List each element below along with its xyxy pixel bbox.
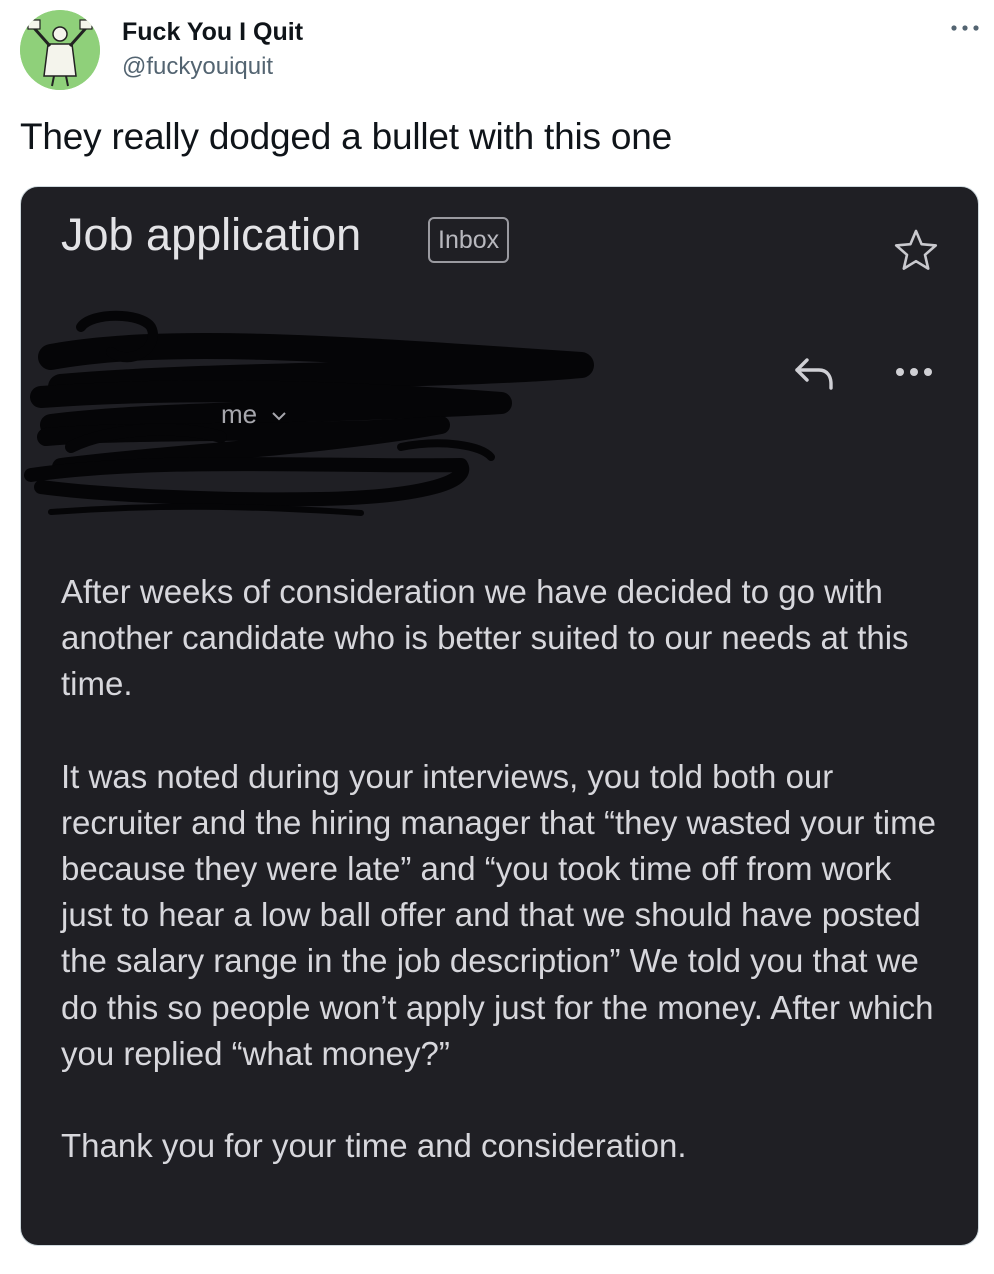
email-subject: Job application bbox=[61, 209, 362, 260]
avatar[interactable] bbox=[20, 10, 100, 90]
recipient-name: me bbox=[221, 399, 258, 429]
chevron-down-icon bbox=[272, 412, 287, 421]
redacted-sender-scribble bbox=[21, 307, 621, 537]
star-icon[interactable] bbox=[893, 227, 939, 273]
reply-icon[interactable] bbox=[791, 352, 837, 392]
display-name[interactable]: Fuck You I Quit bbox=[122, 18, 303, 47]
recipient-line[interactable]: me bbox=[221, 399, 288, 430]
email-screenshot[interactable]: Job application Inbox me After weeks of … bbox=[20, 186, 979, 1246]
more-icon[interactable] bbox=[891, 365, 937, 379]
person-illustration-icon bbox=[20, 10, 100, 90]
email-body: After weeks of consideration we have dec… bbox=[61, 569, 951, 1215]
email-paragraph: It was noted during your interviews, you… bbox=[61, 757, 936, 1072]
ellipsis-icon[interactable] bbox=[948, 16, 982, 40]
tweet-header: Fuck You I Quit @fuckyouiquit bbox=[0, 0, 994, 110]
email-paragraph: After weeks of consideration we have dec… bbox=[61, 573, 909, 703]
email-paragraph: Thank you for your time and consideratio… bbox=[61, 1127, 687, 1165]
user-handle[interactable]: @fuckyouiquit bbox=[122, 53, 273, 81]
inbox-label-badge[interactable]: Inbox bbox=[428, 217, 510, 263]
tweet-text: They really dodged a bullet with this on… bbox=[20, 116, 673, 157]
